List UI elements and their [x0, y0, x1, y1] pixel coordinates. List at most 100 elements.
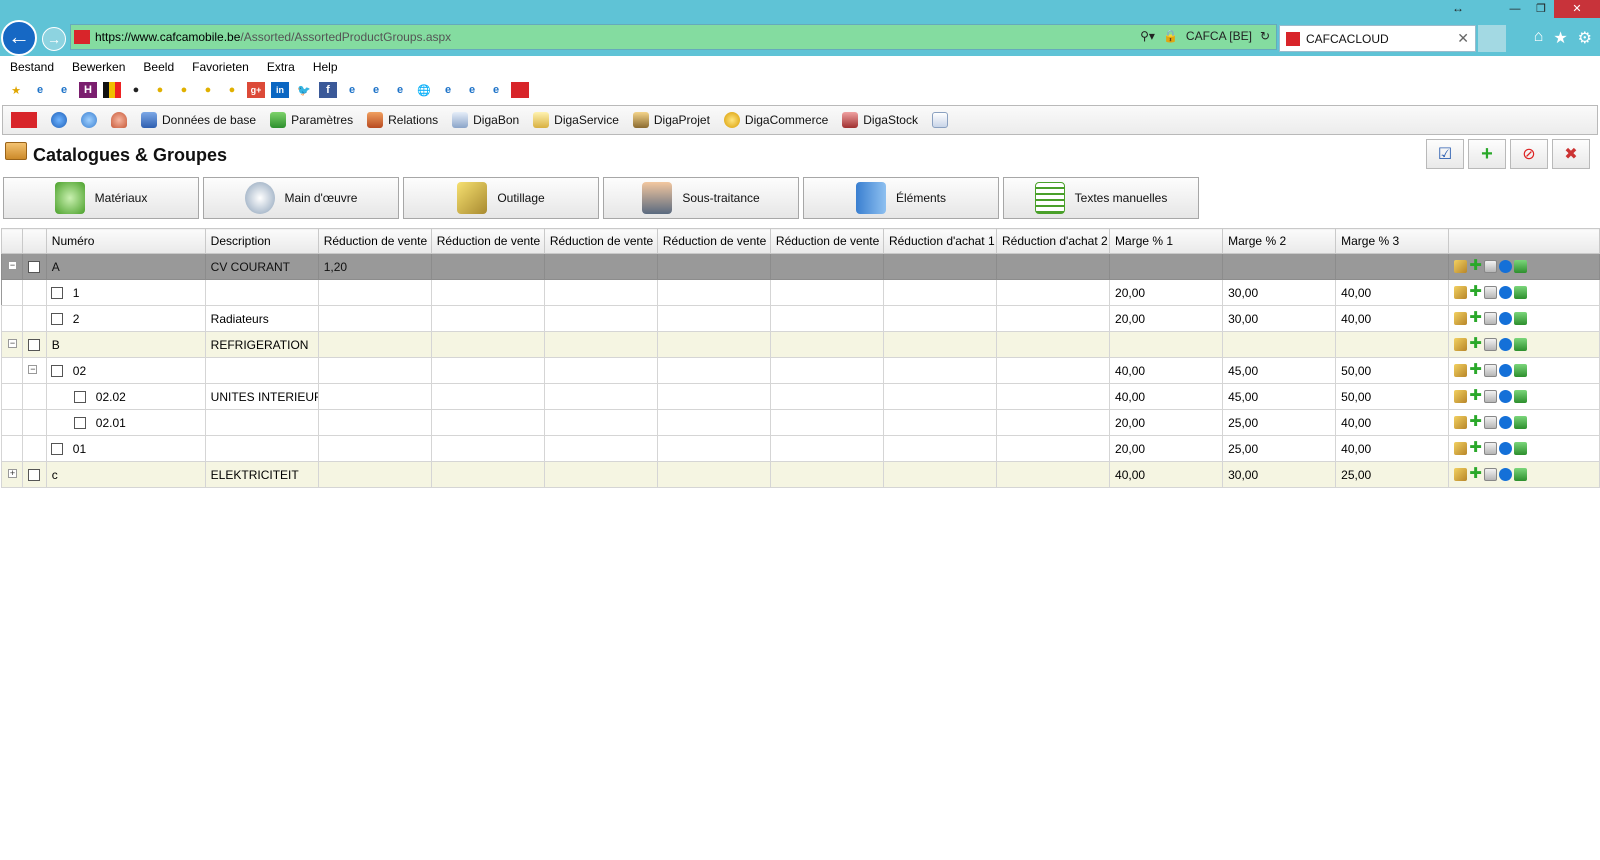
info-icon[interactable]: [1499, 286, 1513, 299]
table-row[interactable]: − 02 40,00 45,00 50,00 ✚: [0, 357, 1600, 384]
move-icon[interactable]: [1514, 416, 1528, 429]
checklist-icon[interactable]: [931, 112, 948, 128]
refresh-icon[interactable]: ↻: [1260, 29, 1270, 43]
info-icon[interactable]: [1499, 260, 1513, 273]
ie-page-icon[interactable]: e: [463, 82, 481, 98]
browser-tab[interactable]: CAFCACLOUD ✕: [1279, 25, 1476, 52]
settings-gear-icon[interactable]: ⚙: [1578, 28, 1592, 48]
col-header-marge-1[interactable]: Marge % 1: [1109, 228, 1224, 254]
edit-icon[interactable]: [1454, 364, 1468, 377]
info-icon[interactable]: [1499, 364, 1513, 377]
site-icon[interactable]: ●: [127, 82, 145, 98]
copy-icon[interactable]: [1484, 312, 1498, 325]
table-row[interactable]: 01 20,00 25,00 40,00 ✚: [0, 435, 1600, 462]
add-child-icon[interactable]: ✚: [1469, 258, 1482, 273]
ie-page-icon[interactable]: e: [367, 82, 385, 98]
add-child-icon[interactable]: ✚: [1469, 284, 1482, 299]
info-icon[interactable]: [1499, 468, 1513, 481]
site-identity[interactable]: CAFCA [BE]: [1186, 29, 1252, 43]
move-icon[interactable]: [1514, 286, 1528, 299]
collapse-icon[interactable]: −: [28, 365, 38, 374]
google-plus-icon[interactable]: g+: [247, 82, 265, 98]
copy-icon[interactable]: [1484, 338, 1498, 351]
info-icon[interactable]: [1499, 312, 1513, 325]
add-button[interactable]: +: [1468, 139, 1506, 169]
minimize-button[interactable]: —: [1502, 0, 1528, 18]
collapse-icon[interactable]: −: [8, 261, 17, 270]
edit-icon[interactable]: [1454, 286, 1468, 299]
menu-digaservice[interactable]: DigaService: [533, 112, 619, 128]
resize-icon[interactable]: ↔: [1452, 1, 1464, 15]
menu-favorieten[interactable]: Favorieten: [192, 60, 249, 74]
add-child-icon[interactable]: ✚: [1469, 336, 1482, 351]
site-icon[interactable]: ●: [223, 82, 241, 98]
collapse-icon[interactable]: −: [8, 339, 17, 348]
col-header-reduction-vente-1[interactable]: Réduction de vente: [317, 228, 432, 254]
menu-donnees-de-base[interactable]: Données de base: [141, 112, 256, 128]
move-icon[interactable]: [1514, 442, 1528, 455]
checklist-button[interactable]: ☑: [1426, 139, 1464, 169]
cafca-logo-icon[interactable]: [11, 112, 37, 128]
col-header-reduction-vente-2[interactable]: Réduction de vente: [430, 228, 545, 254]
url-text[interactable]: https://www.cafcamobile.be/Assorted/Asso…: [95, 30, 451, 44]
menu-digastock[interactable]: DigaStock: [842, 112, 918, 128]
tab-outillage[interactable]: Outillage: [403, 177, 599, 219]
restore-button[interactable]: ❐: [1528, 0, 1554, 18]
move-icon[interactable]: [1514, 468, 1528, 481]
menu-digacommerce[interactable]: DigaCommerce: [723, 112, 828, 128]
back-button[interactable]: ←: [1, 20, 37, 56]
menu-bestand[interactable]: Bestand: [10, 60, 54, 74]
info-icon[interactable]: [1499, 338, 1513, 351]
edit-icon[interactable]: [1454, 416, 1468, 429]
col-header-description[interactable]: Description: [204, 228, 319, 254]
copy-icon[interactable]: [1484, 260, 1498, 273]
col-header-numero[interactable]: Numéro: [45, 228, 206, 254]
twitter-icon[interactable]: 🐦: [295, 82, 313, 98]
address-bar[interactable]: https://www.cafcamobile.be/Assorted/Asso…: [70, 24, 1277, 50]
add-child-icon[interactable]: ✚: [1469, 440, 1482, 455]
search-icon[interactable]: ⚲▾: [1140, 29, 1155, 43]
expand-icon[interactable]: +: [8, 469, 17, 478]
row-checkbox[interactable]: [50, 365, 63, 378]
tab-sous-traitance[interactable]: Sous-traitance: [603, 177, 799, 219]
add-child-icon[interactable]: ✚: [1469, 466, 1482, 481]
col-header-marge-3[interactable]: Marge % 3: [1335, 228, 1450, 254]
tab-main-doeuvre[interactable]: Main d'œuvre: [203, 177, 399, 219]
facebook-icon[interactable]: f: [319, 82, 337, 98]
add-child-icon[interactable]: ✚: [1469, 362, 1482, 377]
copy-icon[interactable]: [1484, 416, 1498, 429]
globe-icon[interactable]: [51, 112, 67, 128]
site-icon[interactable]: ●: [151, 82, 169, 98]
row-checkbox[interactable]: [73, 391, 86, 404]
ie-page-icon[interactable]: e: [391, 82, 409, 98]
move-icon[interactable]: [1514, 260, 1528, 273]
table-row[interactable]: 1 20,00 30,00 40,00 ✚: [0, 279, 1600, 306]
row-checkbox[interactable]: [50, 313, 63, 326]
close-window-button[interactable]: ✕: [1554, 0, 1600, 18]
copy-icon[interactable]: [1484, 286, 1498, 299]
site-icon[interactable]: ●: [175, 82, 193, 98]
col-header-reduction-achat-1[interactable]: Réduction d'achat 1: [882, 228, 998, 254]
user-icon[interactable]: [111, 112, 127, 128]
tab-materiaux[interactable]: Matériaux: [3, 177, 199, 219]
ie-page-icon[interactable]: e: [31, 82, 49, 98]
info-icon[interactable]: [1499, 416, 1513, 429]
add-favorite-icon[interactable]: ★: [7, 82, 25, 98]
edit-icon[interactable]: [1454, 442, 1468, 455]
new-tab-button[interactable]: [1478, 25, 1506, 52]
forward-button[interactable]: →: [42, 27, 66, 51]
menu-beeld[interactable]: Beeld: [143, 60, 174, 74]
add-child-icon[interactable]: ✚: [1469, 414, 1482, 429]
linkedin-icon[interactable]: in: [271, 82, 289, 98]
col-header-reduction-vente-5[interactable]: Réduction de vente: [769, 228, 884, 254]
table-row[interactable]: − A CV COURANT 1,20 ✚: [0, 253, 1600, 280]
menu-relations[interactable]: Relations: [367, 112, 438, 128]
ie-page-icon[interactable]: e: [439, 82, 457, 98]
ie-page-icon[interactable]: e: [55, 82, 73, 98]
copy-icon[interactable]: [1484, 364, 1498, 377]
menu-digaprojet[interactable]: DigaProjet: [632, 112, 710, 128]
add-child-icon[interactable]: ✚: [1469, 388, 1482, 403]
edit-icon[interactable]: [1454, 338, 1468, 351]
sync-icon[interactable]: [81, 112, 97, 128]
row-checkbox[interactable]: [73, 417, 86, 430]
